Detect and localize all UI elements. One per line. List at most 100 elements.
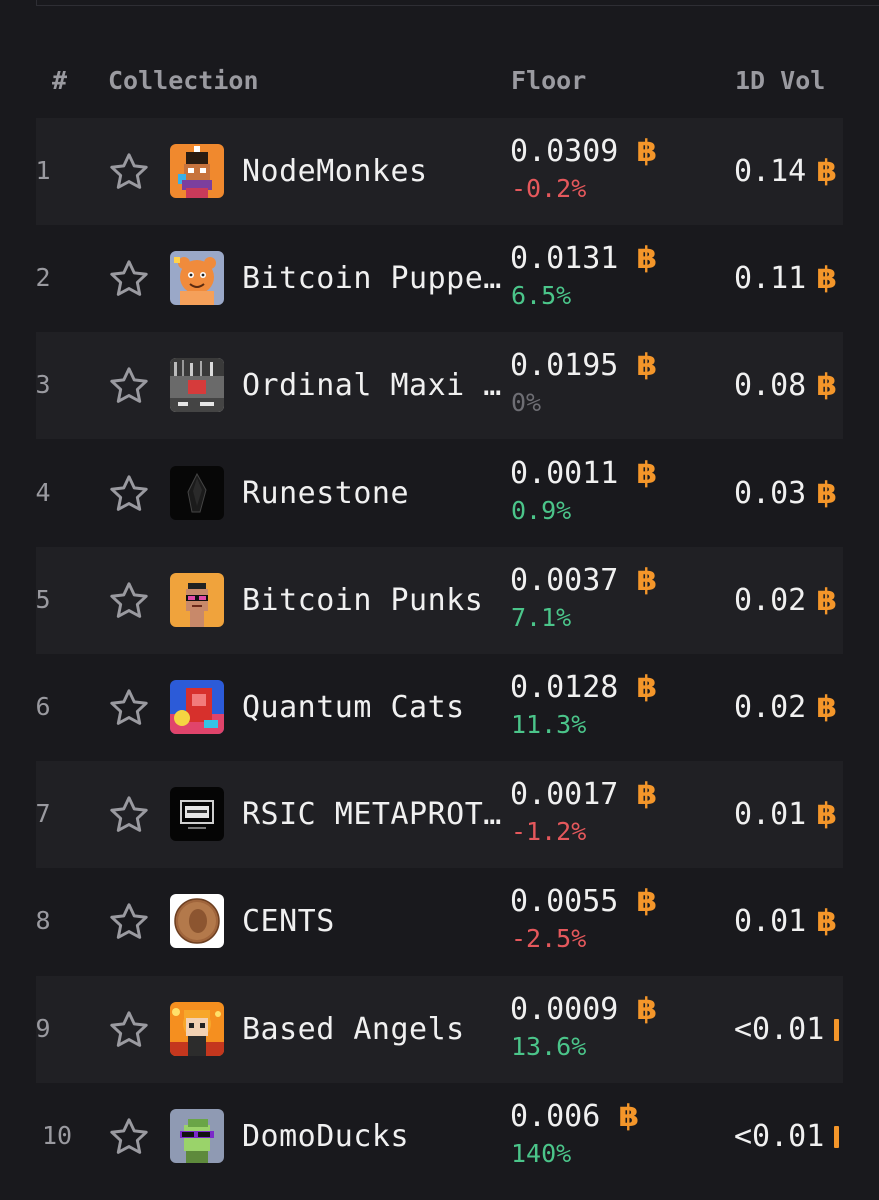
collection-name[interactable]: NodeMonkes [242, 154, 508, 189]
collection-thumbnail[interactable] [170, 1108, 224, 1163]
rank-number: 8 [35, 906, 51, 936]
table-row[interactable]: 3 Ordinal Maxi … 0.0195 ฿ 0% 0.08 ฿ [0, 332, 879, 440]
top-divider [36, 0, 879, 6]
floor-price: 0.0017 ฿ [510, 777, 657, 812]
table-row[interactable]: 8 CENTS 0.0055 ฿ -2.5% 0.01 ฿ [0, 868, 879, 975]
star-icon[interactable] [107, 579, 151, 623]
bitcoin-icon: ฿ [636, 777, 658, 813]
collection-thumbnail[interactable] [170, 1001, 224, 1056]
collection-thumbnail[interactable] [170, 787, 224, 842]
table-row[interactable]: 6 Quantum Cats 0.0128 ฿ 11.3% 0.02 ฿ [0, 654, 879, 761]
star-icon[interactable] [107, 793, 151, 837]
bitcoin-icon: ฿ [636, 884, 658, 920]
floor-change: 140% [511, 1138, 572, 1168]
one-day-volume: 0.01 ฿ [734, 797, 844, 832]
collection-name[interactable]: RSIC METAPROT… [242, 797, 508, 832]
header-collection[interactable]: Collection [108, 66, 259, 95]
collections-ranking-table: # Collection Floor 1D Vol 1 NodeMonkes 0.0… [0, 0, 879, 1200]
volume-value: <0.01 [734, 1011, 825, 1047]
table-row[interactable]: 5 Bitcoin Punks 0.0037 ฿ 7.1% 0.02 ฿ [0, 546, 879, 654]
star-icon[interactable] [107, 257, 151, 301]
table-row[interactable]: 1 NodeMonkes 0.0309 ฿ -0.2% 0.14 ฿ [0, 118, 879, 225]
floor-price: 0.0011 ฿ [510, 456, 657, 491]
one-day-volume: 0.01 ฿ [734, 904, 844, 939]
floor-change: 7.1% [511, 602, 572, 632]
floor-value: 0.0017 [510, 777, 619, 813]
rank-number: 5 [35, 584, 51, 614]
floor-value: 0.0195 [510, 348, 619, 384]
one-day-volume: 0.02 ฿ [734, 690, 844, 725]
table-row[interactable]: 4 Runestone 0.0011 ฿ 0.9% 0.03 ฿ [0, 440, 879, 547]
one-day-volume: 0.08 ฿ [734, 368, 844, 403]
volume-value: 0.02 [734, 690, 807, 725]
bitcoin-icon: ฿ [636, 241, 658, 277]
bitcoin-icon: ฿ [816, 261, 838, 297]
table-row[interactable]: 2 Bitcoin Puppe… 0.0131 ฿ 6.5% 0.11 ฿ [0, 225, 879, 332]
table-row[interactable]: 9 Based Angels 0.0009 ฿ 13.6% <0.01 [0, 975, 879, 1083]
bitcoin-icon [834, 1019, 840, 1042]
star-icon[interactable] [107, 364, 151, 408]
one-day-volume: 0.02 ฿ [734, 583, 844, 618]
collection-thumbnail[interactable] [170, 251, 224, 306]
star-icon[interactable] [107, 472, 151, 516]
collection-name[interactable]: Bitcoin Puppe… [242, 261, 508, 296]
star-icon[interactable] [107, 686, 151, 730]
star-icon[interactable] [107, 1008, 151, 1052]
volume-value: 0.14 [734, 154, 807, 189]
floor-price: 0.0055 ฿ [510, 884, 657, 919]
collection-name[interactable]: Based Angels [242, 1012, 508, 1047]
rank-number: 1 [35, 156, 51, 185]
volume-value: 0.03 [734, 475, 807, 511]
floor-value: 0.0309 [510, 134, 619, 169]
header-1d-volume[interactable]: 1D Vol [735, 66, 825, 95]
header-rank[interactable]: # [52, 66, 67, 95]
table-row[interactable]: 10 DomoDucks 0.006 ฿ 140% <0.01 [0, 1083, 879, 1190]
volume-value: 0.01 [734, 904, 807, 940]
collection-name[interactable]: Quantum Cats [242, 690, 508, 725]
bitcoin-icon: ฿ [816, 797, 838, 833]
volume-value: 0.08 [734, 368, 807, 404]
bitcoin-icon: ฿ [636, 134, 658, 169]
header-floor[interactable]: Floor [511, 66, 586, 95]
floor-price: 0.006 ฿ [510, 1099, 639, 1134]
collection-thumbnail[interactable] [170, 144, 224, 198]
bitcoin-icon: ฿ [636, 670, 658, 705]
collection-name[interactable]: Bitcoin Punks [242, 583, 508, 618]
floor-change: 13.6% [511, 1031, 587, 1061]
star-icon[interactable] [107, 150, 151, 194]
collection-name[interactable]: CENTS [242, 904, 508, 939]
floor-change: -2.5% [511, 924, 587, 954]
floor-price: 0.0309 ฿ [510, 134, 657, 169]
floor-value: 0.0128 [510, 670, 619, 705]
collection-thumbnail[interactable] [170, 680, 224, 734]
floor-value: 0.0055 [510, 884, 619, 920]
table-row[interactable]: 7 RSIC METAPROT… 0.0017 ฿ -1.2% 0.01 ฿ [0, 761, 879, 869]
bitcoin-icon [834, 1126, 840, 1149]
bitcoin-icon: ฿ [816, 154, 838, 189]
floor-value: 0.006 [510, 1098, 601, 1134]
collection-name[interactable]: Runestone [242, 476, 508, 511]
floor-price: 0.0037 ฿ [510, 563, 657, 598]
floor-value: 0.0131 [510, 241, 619, 277]
collection-thumbnail[interactable] [170, 465, 224, 520]
one-day-volume: 0.14 ฿ [734, 154, 844, 189]
bitcoin-icon: ฿ [636, 991, 658, 1027]
collection-name[interactable]: DomoDucks [242, 1119, 508, 1154]
star-icon[interactable] [107, 900, 151, 944]
collection-thumbnail[interactable] [170, 358, 224, 413]
bitcoin-icon: ฿ [636, 562, 658, 598]
floor-value: 0.0009 [510, 991, 619, 1027]
floor-change: 0.9% [511, 495, 572, 525]
collection-name[interactable]: Ordinal Maxi … [242, 368, 508, 403]
volume-value: <0.01 [734, 1118, 825, 1154]
rank-number: 10 [41, 1120, 73, 1150]
bitcoin-icon: ฿ [816, 904, 838, 940]
floor-price: 0.0131 ฿ [510, 241, 657, 276]
collection-thumbnail[interactable] [170, 572, 224, 627]
star-icon[interactable] [107, 1115, 151, 1159]
bitcoin-icon: ฿ [636, 455, 658, 491]
bitcoin-icon: ฿ [816, 582, 838, 618]
collection-thumbnail[interactable] [170, 894, 224, 949]
floor-price: 0.0195 ฿ [510, 348, 657, 383]
bitcoin-icon: ฿ [816, 690, 838, 725]
